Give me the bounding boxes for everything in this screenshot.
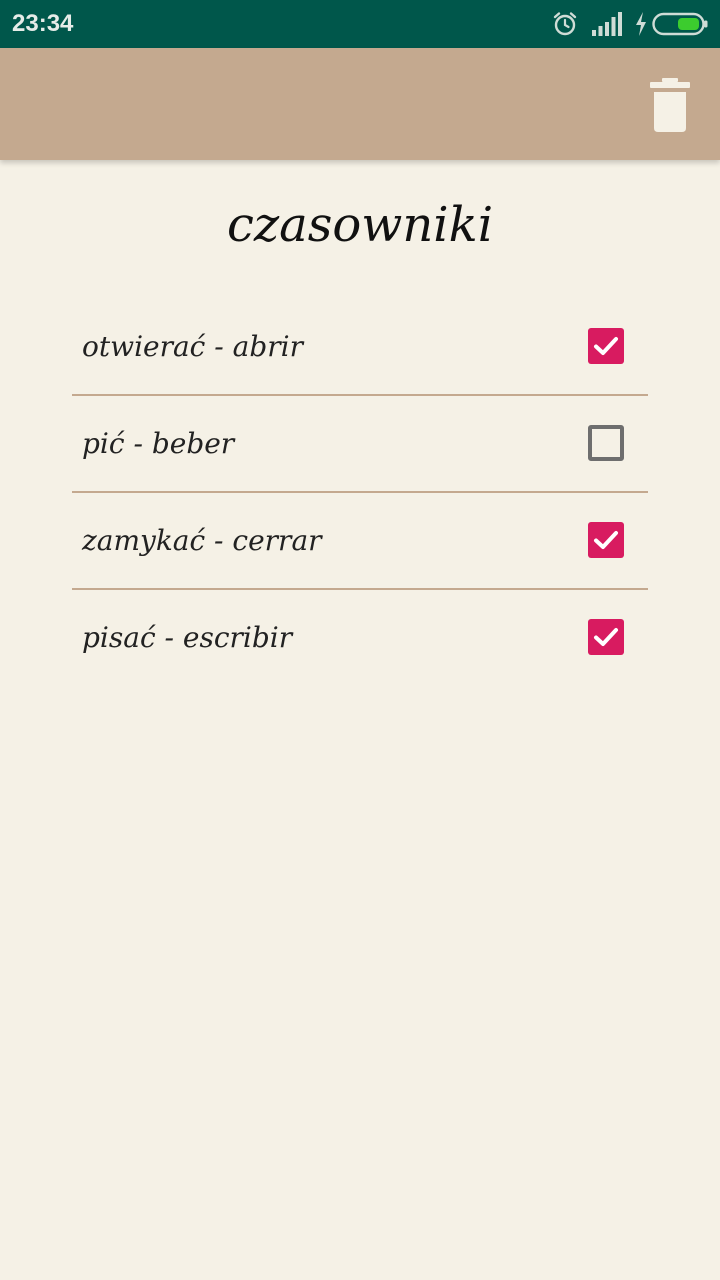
item-label: pisać - escribir [82,621,293,654]
signal-icon [592,12,622,36]
list-item[interactable]: otwierać - abrir [72,299,648,396]
battery-icon [652,12,708,36]
checkmark-icon [594,531,618,549]
item-list: otwierać - abrir pić - beber zamykać - cer… [72,299,648,685]
checkmark-icon [594,628,618,646]
list-title: czasowniki [226,197,494,253]
delete-button[interactable] [648,78,692,132]
checkmark-icon [594,337,618,355]
item-label: pić - beber [82,427,235,460]
app-bar [0,48,720,160]
alarm-icon [553,12,577,36]
list-item[interactable]: zamykać - cerrar [72,493,648,590]
checkbox-checked[interactable] [588,619,624,655]
list-item[interactable]: pisać - escribir [72,590,648,685]
item-label: otwierać - abrir [82,330,303,363]
checkbox-unchecked[interactable] [588,425,624,461]
charging-icon [636,12,646,36]
list-item[interactable]: pić - beber [72,396,648,493]
status-time: 23:34 [12,10,74,37]
checkbox-checked[interactable] [588,328,624,364]
word-list-screen: czasowniki otwierać - abrir pić - beber za… [0,160,720,1280]
status-icons [552,10,708,38]
item-label: zamykać - cerrar [82,524,322,557]
checkbox-checked[interactable] [588,522,624,558]
delete-icon [650,78,690,132]
status-bar: 23:34 [0,0,720,48]
